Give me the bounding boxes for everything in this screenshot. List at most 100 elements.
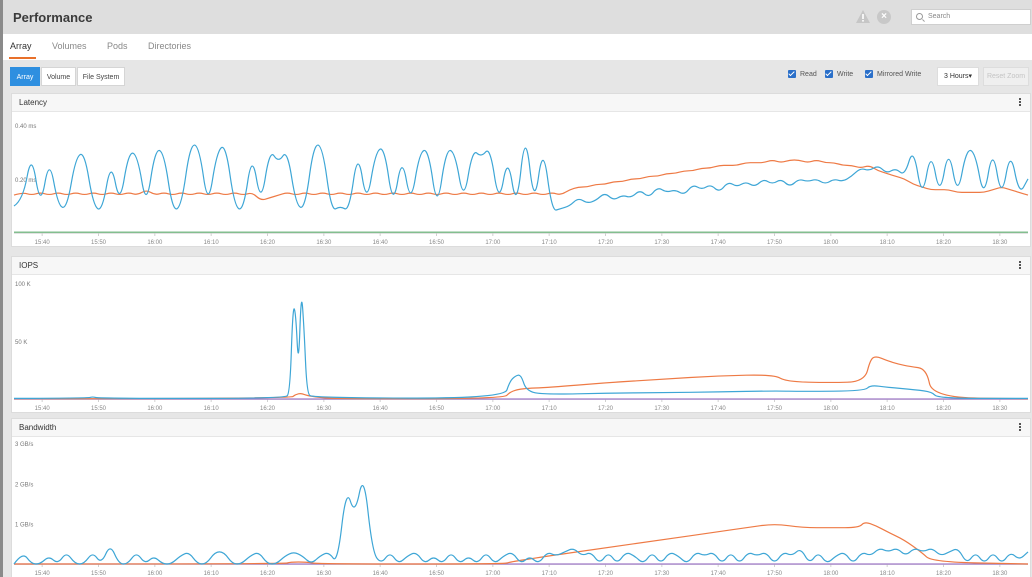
- x-tick-label: 18:20: [936, 240, 952, 246]
- latency-chart[interactable]: 0.20 ms0.40 ms15:40 15:50 16:00 16:10 16:20 1…: [12, 112, 1030, 247]
- x-tick-label: 16:10: [204, 571, 220, 577]
- tab-directories[interactable]: Directories: [148, 41, 191, 51]
- x-tick-label: 17:40: [711, 406, 727, 412]
- y-tick-label: 100 K: [15, 282, 31, 288]
- x-tick-label: 16:20: [260, 240, 276, 246]
- tab-array[interactable]: Array: [10, 41, 32, 51]
- x-tick-label: 16:40: [373, 406, 389, 412]
- x-tick-label: 16:20: [260, 571, 276, 577]
- x-tick-label: 15:40: [35, 240, 51, 246]
- x-tick-label: 16:00: [147, 406, 163, 412]
- x-tick-label: 16:30: [316, 571, 332, 577]
- bandwidth-menu-icon[interactable]: [1019, 423, 1022, 433]
- tab-volumes[interactable]: Volumes: [52, 41, 87, 51]
- y-tick-label: 0.40 ms: [15, 124, 36, 130]
- toolbar: Array Volume File System Read Write Mirr…: [3, 60, 1032, 92]
- tab-bar: Array Volumes Pods Directories: [3, 34, 1032, 60]
- x-tick-label: 16:00: [147, 571, 163, 577]
- active-tab-indicator: [9, 57, 36, 59]
- x-tick-label: 16:10: [204, 406, 220, 412]
- x-tick-label: 17:20: [598, 406, 614, 412]
- x-tick-label: 18:00: [823, 571, 839, 577]
- x-tick-label: 18:30: [992, 240, 1008, 246]
- iops-panel-header: IOPS: [12, 257, 1030, 275]
- page-title: Performance: [13, 10, 93, 25]
- x-tick-label: 15:40: [35, 406, 51, 412]
- x-tick-label: 18:20: [936, 406, 952, 412]
- x-tick-label: 17:10: [542, 571, 558, 577]
- y-tick-label: 1 GB/s: [15, 523, 33, 529]
- x-tick-label: 16:20: [260, 406, 276, 412]
- x-tick-label: 16:00: [147, 240, 163, 246]
- x-tick-label: 16:50: [429, 571, 445, 577]
- time-range-dropdown[interactable]: 3 Hours▾: [937, 67, 979, 86]
- x-tick-label: 17:10: [542, 240, 558, 246]
- x-tick-label: 17:20: [598, 240, 614, 246]
- tab-pods[interactable]: Pods: [107, 41, 128, 51]
- latency-panel-header: Latency: [12, 94, 1030, 112]
- y-tick-label: 2 GB/s: [15, 482, 33, 488]
- search-input[interactable]: Search: [911, 9, 1031, 25]
- bandwidth-chart[interactable]: 1 GB/s 2 GB/s 3 GB/s 15:40 15:50 16:00 16:10 16…: [12, 437, 1030, 577]
- x-tick-label: 18:30: [992, 571, 1008, 577]
- series-line-read[interactable]: [13, 485, 1029, 565]
- x-tick-label: 17:50: [767, 571, 783, 577]
- close-circle-icon[interactable]: ×: [877, 10, 891, 24]
- mirrored-write-checkbox[interactable]: [865, 70, 873, 78]
- x-tick-label: 16:50: [429, 406, 445, 412]
- alert-triangle-icon[interactable]: [856, 10, 870, 23]
- iops-chart[interactable]: 50 K 100 K 15:40 15:50 16:00 16:10 16:20 16:30 1…: [12, 275, 1030, 413]
- series-line-read[interactable]: [13, 301, 1028, 399]
- x-tick-label: 15:50: [91, 240, 107, 246]
- x-tick-label: 18:10: [880, 571, 896, 577]
- latency-title: Latency: [19, 98, 48, 107]
- x-tick-label: 15:50: [91, 406, 107, 412]
- bandwidth-title: Bandwidth: [19, 423, 57, 432]
- reset-zoom-button[interactable]: Reset Zoom: [983, 67, 1029, 86]
- x-tick-label: 17:40: [711, 571, 727, 577]
- y-tick-label: 3 GB/s: [15, 442, 33, 448]
- x-tick-label: 17:00: [485, 406, 501, 412]
- latency-menu-icon[interactable]: [1019, 98, 1022, 108]
- x-tick-label: 18:00: [823, 406, 839, 412]
- performance-page: Performance × Search Array Volumes Pods …: [0, 0, 1032, 577]
- x-tick-label: 17:30: [654, 240, 670, 246]
- read-checkbox[interactable]: [788, 70, 796, 78]
- scope-volume-button[interactable]: Volume: [41, 67, 76, 86]
- x-tick-label: 17:30: [654, 571, 670, 577]
- series-line-read[interactable]: [13, 144, 1029, 211]
- x-tick-label: 17:50: [767, 406, 783, 412]
- search-placeholder: Search: [928, 13, 951, 20]
- bandwidth-panel: Bandwidth 1 GB/s 2 GB/s 3 GB/s 15:40 15:50 16…: [11, 418, 1031, 577]
- x-tick-label: 16:50: [429, 240, 445, 246]
- iops-title: IOPS: [19, 261, 39, 270]
- iops-panel: IOPS 50 K 100 K 15:40 15:50 16:00 16:10 16:20 1…: [11, 256, 1031, 413]
- x-tick-label: 18:10: [880, 240, 896, 246]
- x-tick-label: 18:20: [936, 571, 952, 577]
- iops-menu-icon[interactable]: [1019, 261, 1022, 271]
- y-tick-label: 50 K: [15, 340, 27, 346]
- bandwidth-panel-header: Bandwidth: [12, 419, 1030, 437]
- header-bar: Performance × Search: [3, 0, 1032, 34]
- scope-file-system-button[interactable]: File System: [77, 67, 125, 86]
- x-tick-label: 16:10: [204, 240, 220, 246]
- scope-array-button[interactable]: Array: [10, 67, 40, 86]
- x-tick-label: 17:20: [598, 571, 614, 577]
- mirrored-write-checkbox-label: Mirrored Write: [877, 71, 922, 78]
- read-checkbox-label: Read: [800, 71, 817, 78]
- x-tick-label: 15:50: [91, 571, 107, 577]
- write-checkbox-label: Write: [837, 71, 854, 78]
- x-tick-label: 18:10: [880, 406, 896, 412]
- x-tick-label: 17:40: [711, 240, 727, 246]
- write-checkbox[interactable]: [825, 70, 833, 78]
- series-line-write[interactable]: [13, 522, 1029, 565]
- x-tick-label: 18:30: [992, 406, 1008, 412]
- x-tick-label: 16:40: [373, 571, 389, 577]
- x-tick-label: 17:50: [767, 240, 783, 246]
- x-tick-label: 15:40: [35, 571, 51, 577]
- x-tick-label: 17:00: [485, 571, 501, 577]
- x-tick-label: 17:30: [654, 406, 670, 412]
- latency-panel: Latency 0.20 ms 0.40 ms 15:40 15:50 16:00 16:…: [11, 93, 1031, 247]
- x-tick-label: 17:00: [485, 240, 501, 246]
- x-tick-label: 18:00: [823, 240, 839, 246]
